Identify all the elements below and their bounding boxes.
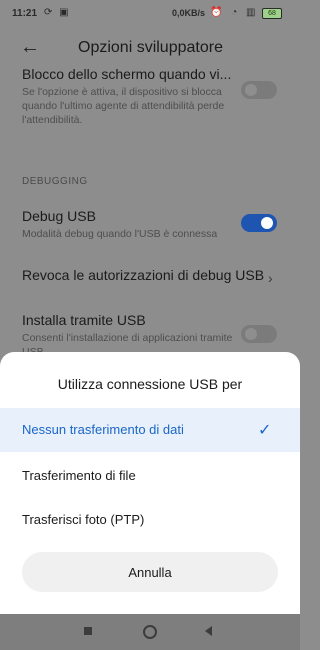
setting-subtitle: Modalità debug quando l'USB è connessa — [22, 228, 218, 240]
setting-screen-lock[interactable]: Blocco dello schermo quando vi... Se l'o… — [22, 66, 242, 127]
setting-revoke-usb-auth[interactable]: Revoca le autorizzazioni di debug USB — [22, 267, 272, 283]
option-label: Trasferisci foto (PTP) — [22, 512, 145, 527]
page-title: Opzioni sviluppatore — [78, 39, 223, 56]
status-bar: 11:21 ⟳ ▣ 0,0KB/s ⏰ ◔ ▥ 68 — [0, 0, 300, 28]
notification-icons: ⟳ ▣ — [44, 7, 71, 18]
setting-debug-usb[interactable]: Debug USB Modalità debug quando l'USB è … — [22, 208, 242, 241]
section-header-debugging: DEBUGGING — [22, 176, 88, 187]
back-triangle-icon[interactable] — [205, 626, 212, 636]
back-arrow-icon[interactable]: ← — [20, 36, 40, 59]
option-ptp[interactable]: Trasferisci foto (PTP) — [0, 498, 300, 542]
setting-title: Installa tramite USB — [22, 312, 146, 328]
install-usb-toggle[interactable] — [241, 325, 277, 343]
toggle-knob — [261, 217, 273, 229]
option-file-transfer[interactable]: Trasferimento di file — [0, 454, 300, 498]
sheet-title: Utilizza connessione USB per — [57, 376, 243, 392]
status-time: 11:21 — [12, 8, 38, 19]
home-icon[interactable] — [143, 625, 157, 639]
screen-lock-toggle[interactable] — [241, 81, 277, 99]
recent-apps-icon[interactable] — [84, 627, 92, 635]
toggle-knob — [245, 328, 257, 340]
debug-usb-toggle[interactable] — [241, 214, 277, 232]
setting-title: Revoca le autorizzazioni di debug USB — [22, 267, 265, 283]
navigation-bar — [0, 614, 300, 650]
option-label: Nessun trasferimento di dati — [22, 422, 184, 437]
setting-subtitle: Se l'opzione è attiva, il dispositivo si… — [22, 86, 225, 126]
toggle-knob — [245, 84, 257, 96]
usb-mode-bottom-sheet: Utilizza connessione USB per Nessun tras… — [0, 352, 300, 614]
system-status-icons: ⏰ ◔ ▥ — [210, 7, 259, 18]
chevron-right-icon: › — [268, 270, 273, 286]
option-label: Trasferimento di file — [22, 468, 136, 483]
check-icon: ✓ — [258, 422, 272, 439]
setting-title: Blocco dello schermo quando vi... — [22, 66, 232, 82]
battery-icon: 68 — [262, 8, 282, 19]
network-speed: 0,0KB/s — [172, 8, 206, 18]
setting-title: Debug USB — [22, 208, 96, 224]
cancel-button[interactable]: Annulla — [22, 552, 278, 592]
option-no-data-transfer[interactable]: Nessun trasferimento di dati ✓ — [0, 408, 300, 452]
